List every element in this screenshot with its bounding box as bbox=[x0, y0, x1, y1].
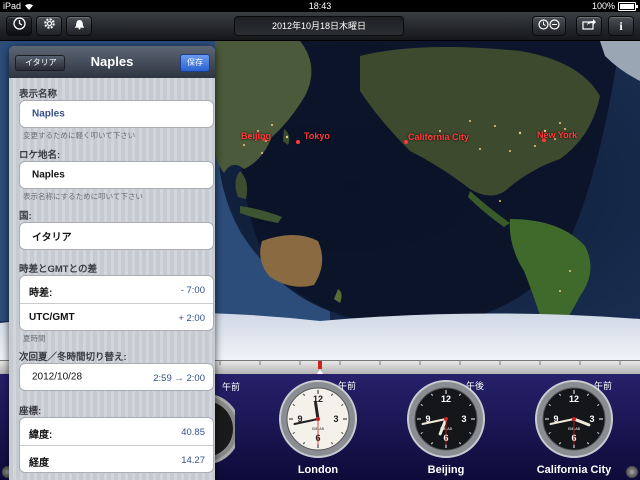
clock-city-name: London bbox=[297, 464, 339, 476]
gear-icon bbox=[43, 17, 56, 35]
clock-tab-button[interactable] bbox=[6, 16, 32, 36]
city-detail-panel: イタリア Naples 保存 表示名称 Naples 変更するために軽く叩いて下… bbox=[9, 46, 215, 480]
timezone-card: 時差: - 7:00 UTC/GMT + 2:00 bbox=[19, 275, 214, 331]
dual-clock-button[interactable] bbox=[532, 16, 566, 36]
city-label-tokyo[interactable]: Tokyo bbox=[304, 131, 330, 141]
section-location-name: ロケ地名: bbox=[19, 150, 61, 161]
section-dst-change: 次回夏／冬時間切り替え: bbox=[19, 352, 127, 363]
location-name-field[interactable]: Naples bbox=[19, 161, 214, 189]
latitude-row[interactable]: 緯度: 40.85 bbox=[20, 418, 213, 446]
share-icon bbox=[582, 17, 596, 35]
toolbar: 2012年10月18日木曜日 i bbox=[0, 12, 640, 41]
status-bar: iPad 18:43 100% bbox=[0, 0, 640, 12]
save-button[interactable]: 保存 bbox=[180, 54, 210, 72]
utc-offset-value: + 2:00 bbox=[178, 313, 205, 324]
dst-change-date: 2012/10/28 bbox=[32, 371, 83, 383]
coordinates-card: 緯度: 40.85 経度 14.27 bbox=[19, 417, 214, 473]
info-icon: i bbox=[619, 18, 623, 33]
battery-icon bbox=[618, 1, 638, 11]
panel-header: イタリア Naples 保存 bbox=[9, 46, 215, 78]
dst-change-card[interactable]: 2012/10/28 2:59 → 2:00 bbox=[19, 363, 214, 391]
time-difference-row[interactable]: 時差: - 7:00 bbox=[20, 276, 213, 304]
share-button[interactable] bbox=[576, 16, 602, 36]
clock-london[interactable]: 午前 12369EMLAB London bbox=[278, 379, 358, 479]
clock-city-name: California City bbox=[536, 464, 612, 476]
city-marker-tokyo[interactable] bbox=[296, 140, 300, 144]
battery-status: 100% bbox=[591, 0, 638, 12]
longitude-value: 14.27 bbox=[181, 455, 205, 466]
settings-button[interactable] bbox=[36, 16, 62, 36]
location-name-hint: 表示名称にするために叩いて下さい bbox=[23, 192, 143, 201]
clock-california-city[interactable]: 午前 12369EMLAB California City bbox=[534, 379, 614, 479]
date-display[interactable]: 2012年10月18日木曜日 bbox=[234, 16, 404, 36]
clock-numeral: 3 bbox=[333, 414, 338, 424]
info-button[interactable]: i bbox=[608, 16, 634, 36]
section-timezone: 時差とGMTとの差 bbox=[19, 264, 98, 275]
clock-center-pin bbox=[316, 417, 320, 421]
section-coordinates: 座標: bbox=[19, 406, 42, 417]
longitude-row[interactable]: 経度 14.27 bbox=[20, 446, 213, 473]
clock-ampm: 午前 bbox=[337, 381, 356, 391]
display-name-hint: 変更するために軽く叩いて下さい bbox=[23, 131, 136, 140]
display-name-value: Naples bbox=[32, 108, 65, 120]
latitude-label: 緯度: bbox=[29, 430, 53, 441]
clock-numeral: 12 bbox=[441, 394, 451, 404]
country-field[interactable]: イタリア bbox=[19, 222, 214, 250]
dst-change-time: 2:59 → 2:00 bbox=[153, 373, 205, 384]
clock-beijing[interactable]: 午後 12369EMLAB Beijing bbox=[406, 379, 486, 479]
clock-city-name: Beijing bbox=[427, 464, 465, 476]
utc-offset-label: UTC/GMT bbox=[29, 312, 75, 323]
dst-hint: 夏時間 bbox=[23, 334, 46, 343]
city-label-california-city[interactable]: California City bbox=[408, 132, 469, 142]
time-difference-value: - 7:00 bbox=[180, 285, 205, 296]
clock-numeral: 12 bbox=[569, 394, 579, 404]
city-label-new-york[interactable]: New York bbox=[537, 130, 577, 140]
section-country: 国: bbox=[19, 211, 32, 222]
latitude-value: 40.85 bbox=[181, 427, 205, 438]
time-difference-label: 時差: bbox=[29, 288, 53, 299]
alarm-bell-icon bbox=[73, 17, 86, 35]
longitude-label: 経度 bbox=[29, 458, 49, 469]
clock-center-pin bbox=[444, 417, 448, 421]
clock-ampm: 午前 bbox=[593, 381, 612, 391]
display-name-field[interactable]: Naples bbox=[19, 100, 214, 128]
alarm-button[interactable] bbox=[66, 16, 92, 36]
clock-numeral: 3 bbox=[461, 414, 466, 424]
battery-percent: 100% bbox=[591, 1, 615, 11]
city-label-beijing[interactable]: Beijing bbox=[241, 131, 271, 141]
status-time: 18:43 bbox=[308, 1, 332, 11]
panel-body: 表示名称 Naples 変更するために軽く叩いて下さい ロケ地名: Naples… bbox=[9, 78, 215, 480]
section-display-name: 表示名称 bbox=[19, 89, 58, 100]
country-value: イタリア bbox=[32, 232, 72, 244]
clock-icon bbox=[12, 17, 26, 35]
clock-ampm: 午後 bbox=[465, 381, 484, 391]
scroll-right-knob-icon[interactable] bbox=[626, 466, 638, 478]
utc-offset-row[interactable]: UTC/GMT + 2:00 bbox=[20, 304, 213, 331]
clock-numeral: 3 bbox=[589, 414, 594, 424]
dual-clock-icon bbox=[538, 17, 560, 35]
clock-center-pin bbox=[572, 417, 576, 421]
location-name-value: Naples bbox=[32, 169, 65, 181]
